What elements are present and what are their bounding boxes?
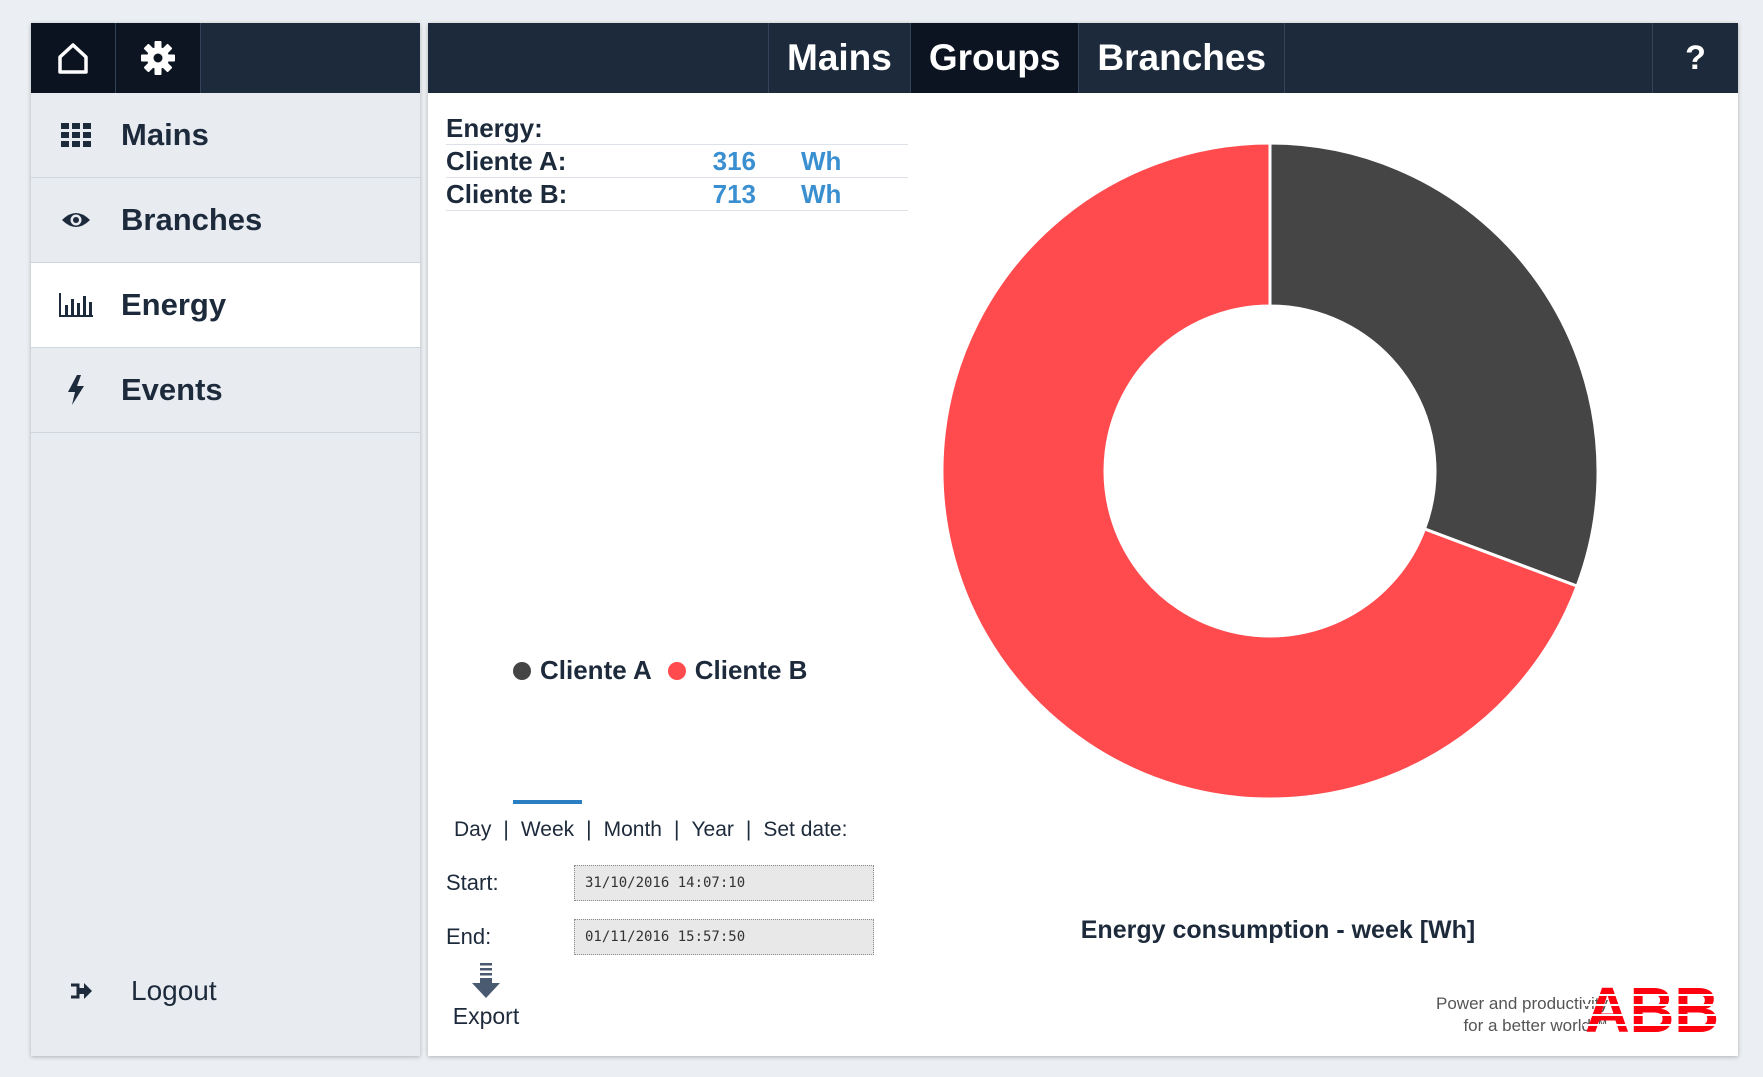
period-set-date[interactable]: Set date:: [761, 818, 849, 842]
bar-chart-icon: [31, 293, 121, 317]
tab-branches[interactable]: Branches: [1078, 23, 1286, 93]
download-icon: [472, 963, 500, 998]
tab-groups[interactable]: Groups: [909, 23, 1079, 93]
sidebar-toolbar: [31, 23, 420, 93]
legend-label: Cliente A: [540, 655, 652, 685]
logo-stripe: [1583, 1024, 1723, 1026]
lightning-icon: [31, 375, 121, 405]
legend-item-cliente-a[interactable]: Cliente A: [513, 655, 652, 686]
sidebar: Mains Branches Energy Events Logout: [31, 23, 420, 1056]
logo-stripe: [1583, 994, 1723, 996]
energy-row-label: Cliente B:: [446, 178, 568, 209]
sidebar-item-energy[interactable]: Energy: [31, 263, 420, 348]
energy-title: Energy:: [446, 113, 908, 145]
top-bar: Mains Groups Branches ?: [428, 23, 1738, 93]
start-date-row: Start: 31/10/2016 14:07:10: [446, 865, 874, 901]
separator: |: [745, 818, 752, 841]
sidebar-item-label: Energy: [121, 287, 227, 322]
sidebar-item-branches[interactable]: Branches: [31, 178, 420, 263]
legend-label: Cliente B: [694, 655, 808, 685]
sidebar-item-events[interactable]: Events: [31, 348, 420, 433]
settings-button[interactable]: [116, 23, 201, 93]
separator: |: [586, 818, 592, 841]
chart-legend: Cliente A Cliente B: [513, 655, 823, 686]
period-selector: Day | Week | Month | Year | Set date:: [452, 800, 849, 842]
energy-row-value: 316: [712, 145, 756, 176]
legend-dot: [513, 661, 531, 680]
tagline-line2: for a better world™: [1463, 1016, 1608, 1035]
start-date-field[interactable]: 31/10/2016 14:07:10: [574, 865, 874, 901]
donut-chart: [940, 141, 1600, 801]
legend-item-cliente-b[interactable]: Cliente B: [667, 655, 808, 686]
brand-tagline: Power and productivity for a better worl…: [1308, 993, 1608, 1037]
grid-icon: [31, 123, 121, 147]
home-icon: [58, 43, 88, 74]
energy-row-unit: Wh: [801, 145, 842, 176]
tab-mains[interactable]: Mains: [768, 23, 910, 93]
energy-row: Cliente A: 316 Wh: [446, 145, 908, 178]
main-panel: Mains Groups Branches ? Energy: Cliente …: [428, 23, 1738, 1056]
logo-stripe: [1583, 1014, 1723, 1016]
period-day[interactable]: Day: [452, 818, 493, 842]
energy-row-value: 713: [712, 178, 756, 209]
sidebar-item-label: Branches: [121, 202, 263, 237]
end-date-row: End: 01/11/2016 15:57:50: [446, 919, 874, 955]
end-label: End:: [446, 924, 492, 949]
start-label: Start:: [446, 870, 499, 895]
sidebar-item-mains[interactable]: Mains: [31, 93, 420, 178]
sidebar-item-label: Mains: [121, 117, 209, 152]
logout-button[interactable]: Logout: [31, 961, 217, 1021]
period-year[interactable]: Year: [689, 818, 735, 842]
energy-row-unit: Wh: [801, 178, 842, 209]
separator: |: [503, 818, 509, 841]
sidebar-item-label: Events: [121, 372, 223, 407]
abb-logo: ABB: [1583, 978, 1723, 1038]
tagline-line1: Power and productivity: [1436, 994, 1608, 1013]
logo-stripe: [1583, 1004, 1723, 1006]
period-month[interactable]: Month: [602, 818, 664, 842]
pie-slice-cliente-a[interactable]: [1268, 141, 1600, 589]
help-button[interactable]: ?: [1652, 23, 1738, 93]
logout-icon: [31, 981, 131, 1001]
chart-title: Energy consumption - week [Wh]: [1080, 916, 1476, 944]
export-button[interactable]: Export: [446, 963, 526, 1030]
end-date-field[interactable]: 01/11/2016 15:57:50: [574, 919, 874, 955]
period-week[interactable]: Week: [512, 800, 583, 842]
eye-icon: [31, 210, 121, 230]
logout-label: Logout: [131, 975, 217, 1006]
legend-dot: [667, 661, 686, 680]
energy-row: Cliente B: 713 Wh: [446, 178, 908, 211]
tab-bar: Mains Groups Branches: [768, 23, 1286, 93]
abb-logo-text: ABB: [1585, 978, 1719, 1038]
home-button[interactable]: [31, 23, 116, 93]
export-label: Export: [452, 1003, 520, 1029]
energy-summary: Energy: Cliente A: 316 Wh Cliente B: 713…: [446, 113, 908, 211]
energy-row-label: Cliente A:: [446, 145, 567, 176]
separator: |: [673, 818, 680, 841]
gear-icon: [141, 41, 175, 75]
